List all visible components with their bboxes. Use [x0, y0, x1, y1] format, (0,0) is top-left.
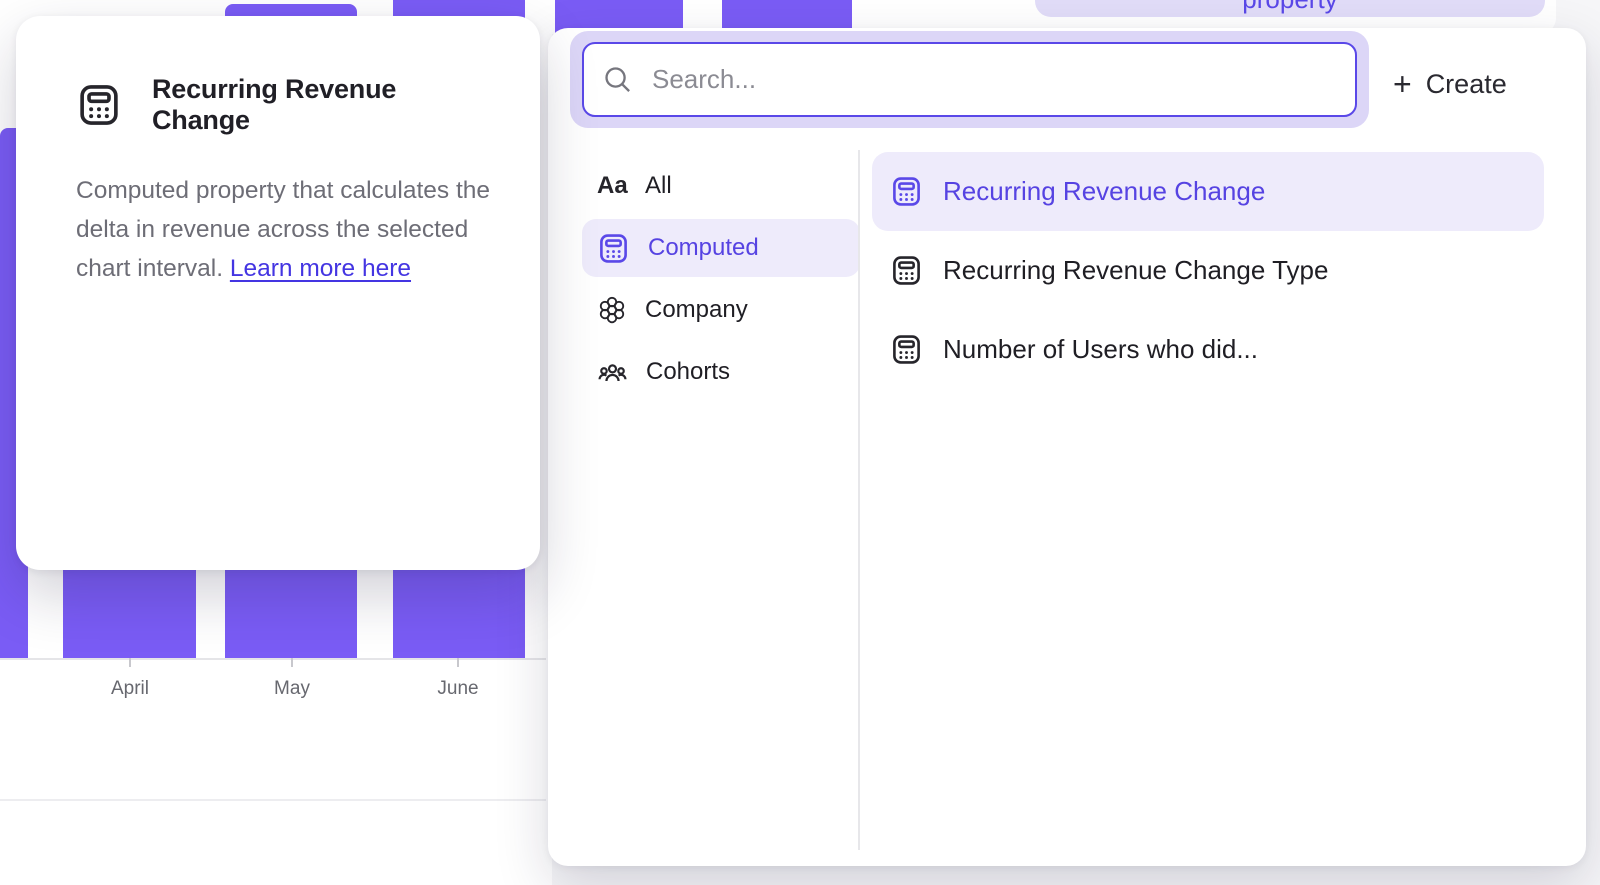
result-label: Recurring Revenue Change — [943, 176, 1265, 207]
plus-icon: + — [1393, 69, 1412, 99]
section-divider-line — [0, 799, 546, 801]
search-icon — [602, 64, 633, 95]
result-item-recurring-revenue-change[interactable]: Recurring Revenue Change — [872, 152, 1544, 231]
tooltip-title: Recurring Revenue Change — [152, 74, 500, 136]
category-item-cohorts[interactable]: Cohorts — [582, 343, 860, 401]
clipped-pill-label: property — [1242, 0, 1337, 14]
cohorts-icon — [597, 357, 628, 388]
category-item-all[interactable]: Aa All — [582, 157, 860, 215]
panel-column-divider — [858, 150, 860, 850]
learn-more-link[interactable]: Learn more here — [230, 255, 411, 282]
create-button-label: Create — [1426, 69, 1507, 100]
company-icon — [597, 295, 627, 325]
result-label: Recurring Revenue Change Type — [943, 255, 1328, 286]
app-screen: April May June property Recurring Revenue … — [0, 0, 1600, 885]
x-axis-line — [0, 658, 546, 660]
category-label: All — [645, 172, 672, 200]
calculator-icon — [890, 175, 923, 208]
category-item-company[interactable]: Company — [582, 281, 860, 339]
clipped-property-pill[interactable]: property — [1035, 0, 1545, 17]
search-input[interactable] — [652, 64, 1337, 95]
category-filter-list: Aa All Computed Company — [582, 157, 860, 405]
calculator-icon — [597, 232, 630, 265]
category-label: Cohorts — [646, 358, 730, 386]
axis-month-label: April — [60, 678, 200, 700]
property-tooltip-card: Recurring Revenue Change Computed proper… — [16, 16, 540, 570]
category-label: Company — [645, 296, 748, 324]
result-item-number-of-users[interactable]: Number of Users who did... — [872, 310, 1544, 389]
result-label: Number of Users who did... — [943, 334, 1258, 365]
axis-month-label: May — [222, 678, 362, 700]
search-results-list: Recurring Revenue Change Recurring Reven… — [872, 152, 1544, 389]
calculator-icon — [890, 254, 923, 287]
search-field[interactable] — [582, 42, 1357, 117]
calculator-icon — [890, 333, 923, 366]
axis-tick — [457, 658, 459, 667]
category-item-computed[interactable]: Computed — [582, 219, 860, 277]
tooltip-description: Computed property that calculates the de… — [76, 171, 528, 288]
category-label: Computed — [648, 234, 759, 262]
create-button[interactable]: + Create — [1393, 64, 1507, 104]
axis-month-label: June — [388, 678, 528, 700]
property-search-panel: + Create Aa All Computed — [548, 28, 1586, 866]
search-focus-halo — [570, 31, 1369, 128]
calculator-icon — [76, 82, 122, 128]
axis-tick — [129, 658, 131, 667]
axis-tick — [291, 658, 293, 667]
text-format-icon: Aa — [597, 172, 627, 200]
result-item-recurring-revenue-change-type[interactable]: Recurring Revenue Change Type — [872, 231, 1544, 310]
